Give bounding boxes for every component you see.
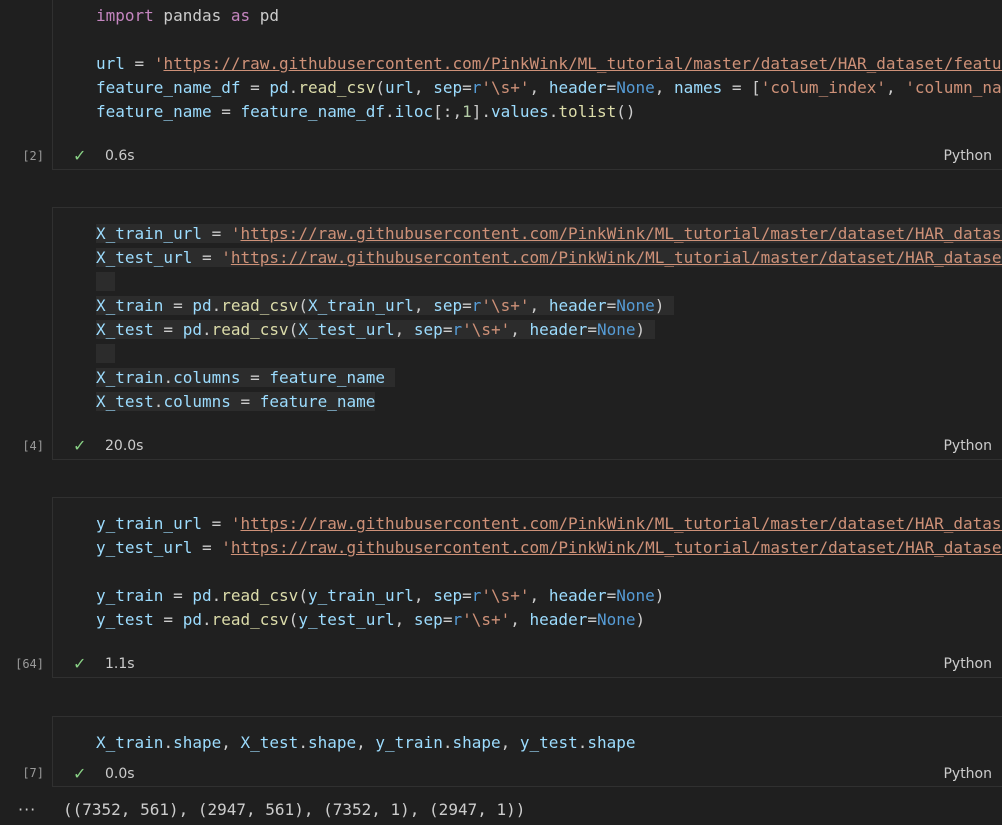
url-link[interactable]: https://raw.githubusercontent.com/PinkWi… xyxy=(231,248,1002,267)
check-icon: ✓ xyxy=(73,436,87,455)
cell-output: ((7352, 561), (2947, 561), (7352, 1), (2… xyxy=(63,800,526,819)
execution-count: [4] xyxy=(22,439,44,453)
check-icon: ✓ xyxy=(73,764,87,783)
code-editor[interactable]: X_train_url = 'https://raw.githubusercon… xyxy=(96,222,1002,414)
code-cell-1[interactable]: import pandas as pd url = 'https://raw.g… xyxy=(52,0,1002,170)
execution-count: [2] xyxy=(22,149,44,163)
cell-status-bar: ✓ 0.0s Python xyxy=(53,764,1002,784)
code-line: X_test = pd.read_csv(X_test_url, sep=r'\… xyxy=(96,320,655,339)
code-line xyxy=(96,270,1002,294)
code-line: X_train.shape, X_test.shape, y_train.sha… xyxy=(96,733,636,752)
code-line: y_train_url = 'https://raw.githubusercon… xyxy=(96,512,1002,536)
url-link[interactable]: https://raw.githubusercontent.com/PinkWi… xyxy=(231,538,1002,557)
check-icon: ✓ xyxy=(73,146,87,165)
code-line: X_train.columns = feature_name xyxy=(96,366,1002,390)
cell-status-bar: ✓ 0.6s Python xyxy=(53,146,1002,166)
code-line: X_test.columns = feature_name xyxy=(96,392,376,411)
code-line xyxy=(96,342,1002,366)
code-line: feature_name = feature_name_df.iloc[:,1]… xyxy=(96,102,636,121)
code-line: y_train = pd.read_csv(y_train_url, sep=r… xyxy=(96,586,665,605)
code-cell-4[interactable]: X_train.shape, X_test.shape, y_train.sha… xyxy=(52,716,1002,787)
code-editor[interactable]: import pandas as pd url = 'https://raw.g… xyxy=(96,4,1002,124)
code-cell-3[interactable]: y_train_url = 'https://raw.githubusercon… xyxy=(52,497,1002,678)
cell-status-bar: ✓ 1.1s Python xyxy=(53,654,1002,674)
code-cell-2[interactable]: X_train_url = 'https://raw.githubusercon… xyxy=(52,207,1002,460)
execution-time: 0.0s xyxy=(105,766,135,782)
language-selector[interactable]: Python xyxy=(943,766,992,782)
cell-status-bar: ✓ 20.0s Python xyxy=(53,436,1002,456)
code-line: feature_name_df = pd.read_csv(url, sep=r… xyxy=(96,78,1002,97)
code-line: X_train = pd.read_csv(X_train_url, sep=r… xyxy=(96,296,675,315)
execution-time: 0.6s xyxy=(105,148,135,164)
execution-count: [64] xyxy=(15,657,44,671)
url-link[interactable]: https://raw.githubusercontent.com/PinkWi… xyxy=(241,514,1002,533)
code-line: url = 'https://raw.githubusercontent.com… xyxy=(96,52,1002,76)
language-selector[interactable]: Python xyxy=(943,438,992,454)
ellipsis-icon[interactable]: ··· xyxy=(18,800,36,819)
code-line: import pandas as pd xyxy=(96,6,280,25)
url-link[interactable]: https://raw.githubusercontent.com/PinkWi… xyxy=(163,54,1002,73)
check-icon: ✓ xyxy=(73,654,87,673)
code-editor[interactable]: y_train_url = 'https://raw.githubusercon… xyxy=(96,512,1002,632)
code-line: X_test_url = 'https://raw.githubusercont… xyxy=(96,246,1002,270)
code-line: y_test_url = 'https://raw.githubusercont… xyxy=(96,536,1002,560)
execution-time: 1.1s xyxy=(105,656,135,672)
code-line: X_train_url = 'https://raw.githubusercon… xyxy=(96,222,1002,246)
code-editor[interactable]: X_train.shape, X_test.shape, y_train.sha… xyxy=(96,731,1002,755)
execution-time: 20.0s xyxy=(105,438,144,454)
url-link[interactable]: https://raw.githubusercontent.com/PinkWi… xyxy=(241,224,1002,243)
language-selector[interactable]: Python xyxy=(943,656,992,672)
execution-count: [7] xyxy=(22,766,44,780)
code-line: y_test = pd.read_csv(y_test_url, sep=r'\… xyxy=(96,610,646,629)
language-selector[interactable]: Python xyxy=(943,148,992,164)
